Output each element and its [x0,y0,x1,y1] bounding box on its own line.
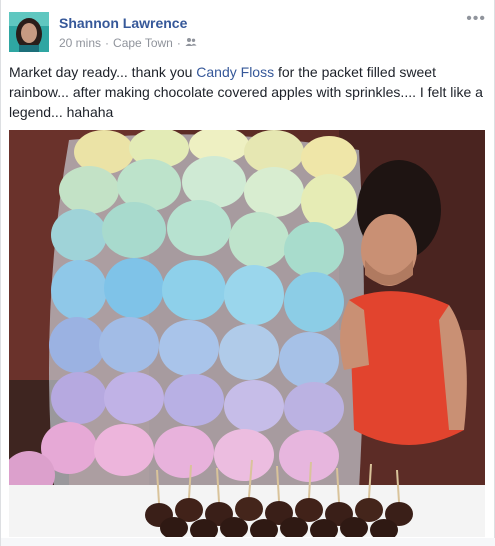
mention-link[interactable]: Candy Floss [196,64,274,80]
more-options-icon[interactable]: ••• [466,11,486,27]
post-text-start: Market day ready... thank you [9,64,197,80]
post-footer-strip [1,538,495,546]
post-header: Shannon Lawrence 20 mins · Cape Town · •… [9,11,486,54]
post-meta: 20 mins · Cape Town · [59,36,197,50]
facebook-post: Shannon Lawrence 20 mins · Cape Town · •… [0,0,495,546]
post-location[interactable]: Cape Town [113,36,173,50]
meta-separator: · [105,36,110,50]
meta-separator: · [176,36,181,50]
author-avatar[interactable] [9,12,49,52]
author-name[interactable]: Shannon Lawrence [59,15,187,31]
post-time[interactable]: 20 mins [59,36,101,50]
post-photo[interactable] [9,130,485,537]
post-text: Market day ready... thank you Candy Flos… [9,62,487,122]
friends-icon[interactable] [185,36,197,50]
